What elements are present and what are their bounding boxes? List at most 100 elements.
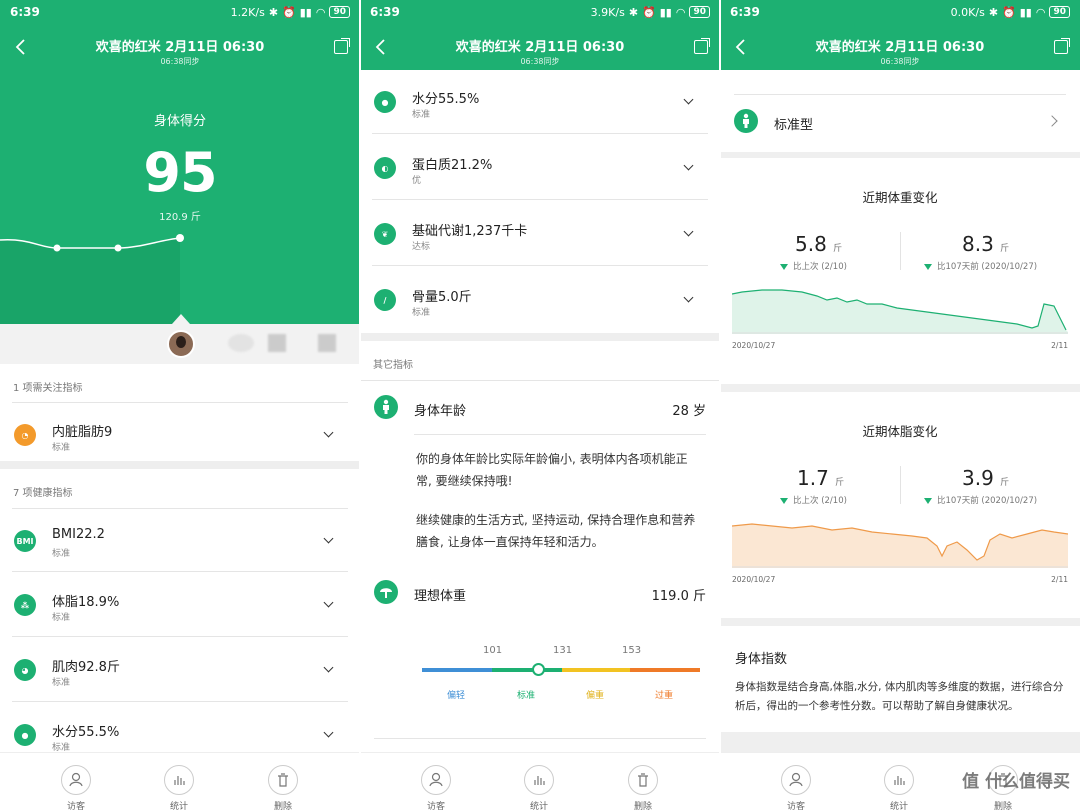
weight-change-last: 5.8 斤	[795, 232, 843, 256]
down-arrow-icon	[924, 263, 932, 270]
delete-button[interactable]	[268, 765, 298, 795]
visitor-label: 访客	[66, 802, 85, 810]
item-name: 基础代谢1,237千卡	[412, 224, 528, 239]
list-item-bmi[interactable]: BMI BMI22.2 标准	[12, 508, 348, 572]
body-type-row[interactable]: 标准型	[720, 70, 1080, 152]
item-status: 标准	[412, 110, 431, 120]
item-status: 标准	[52, 549, 71, 559]
visitor-button[interactable]	[61, 765, 91, 795]
back-icon[interactable]	[374, 38, 388, 56]
status-time: 6:39	[370, 5, 400, 19]
item-name: 水分55.5%	[412, 92, 480, 107]
chevron-down-icon[interactable]	[323, 662, 334, 673]
status-bar: 6:39 0.0K/s ✱ ⏰ ▮▮ ◠ 90	[720, 0, 1080, 24]
health-label: 7 项健康指标	[13, 488, 73, 499]
body-type-label: 标准型	[774, 118, 814, 133]
bottom-toolbar: 访客 统计 删除	[360, 752, 720, 810]
panel-separator	[719, 0, 721, 810]
chevron-down-icon[interactable]	[683, 226, 694, 237]
nav-bar: 欢喜的红米 2月11日 06:30 06:38同步	[360, 24, 720, 70]
trash-icon	[278, 773, 288, 787]
list-item-protein[interactable]: ◐ 蛋白质21.2% 优	[372, 136, 708, 200]
status-time: 6:39	[10, 5, 40, 19]
item-name: 骨量5.0斤	[412, 290, 472, 305]
trend-point-current	[176, 234, 184, 242]
back-icon[interactable]	[14, 38, 28, 56]
share-icon[interactable]	[334, 38, 350, 54]
back-icon[interactable]	[734, 38, 748, 56]
scale-label-light: 偏轻	[447, 691, 466, 701]
date-start: 2020/10/27	[732, 575, 776, 584]
chevron-right-icon[interactable]	[1046, 115, 1058, 127]
watermark: 值 什么值得买	[962, 772, 1070, 792]
trend-area	[732, 290, 1068, 334]
water-drop-icon: ●	[14, 724, 36, 746]
blurred-avatar[interactable]	[318, 334, 336, 352]
person-icon	[429, 772, 443, 787]
item-name: 蛋白质21.2%	[412, 158, 493, 173]
fat-change-107days: 3.9 斤	[962, 466, 1010, 490]
list-item-water[interactable]: ● 水分55.5% 标准	[372, 70, 708, 134]
stats-button[interactable]	[884, 765, 914, 795]
scale-segment-standard	[492, 668, 562, 672]
chevron-down-icon[interactable]	[683, 94, 694, 105]
chevron-down-icon[interactable]	[683, 160, 694, 171]
nav-title: 欢喜的红米 2月11日 06:30	[455, 40, 625, 55]
chevron-down-icon[interactable]	[323, 727, 334, 738]
chevron-down-icon[interactable]	[323, 427, 334, 438]
body-index-title: 身体指数	[735, 652, 788, 667]
item-status: 标准	[52, 443, 71, 453]
divider	[374, 738, 706, 739]
scale-marker	[532, 663, 545, 676]
avatar[interactable]	[167, 330, 195, 358]
chevron-down-icon[interactable]	[323, 533, 334, 544]
list-item-muscle[interactable]: ◕ 肌肉92.8斤 标准	[12, 638, 348, 702]
trend-point	[114, 244, 122, 252]
body-age-description: 你的身体年龄比实际年龄偏小, 表明体内各项机能正常, 要继续保持哦!	[416, 452, 688, 488]
visitor-button[interactable]	[781, 765, 811, 795]
list-item-body-fat[interactable]: ⁂ 体脂18.9% 标准	[12, 573, 348, 637]
section-divider	[360, 333, 720, 341]
list-item-bone[interactable]: ∕ 骨量5.0斤 标准	[372, 268, 708, 332]
divider	[414, 434, 706, 435]
nav-subtitle: 06:38同步	[520, 57, 560, 66]
muscle-icon: ◕	[14, 659, 36, 681]
bar-chart-icon	[174, 776, 185, 785]
signal-icon: ▮▮	[1019, 5, 1032, 19]
list-item-visceral-fat[interactable]: ◔ 内脏脂肪9 标准	[12, 402, 348, 466]
attention-label: 1 项需关注指标	[13, 383, 83, 394]
stats-button[interactable]	[164, 765, 194, 795]
alarm-icon: ⏰	[282, 5, 296, 19]
wifi-icon: ◠	[1035, 5, 1046, 19]
weight-trend-chart	[732, 289, 1068, 334]
share-icon[interactable]	[1054, 38, 1070, 54]
chevron-down-icon[interactable]	[323, 597, 334, 608]
date-start: 2020/10/27	[732, 341, 776, 350]
body-index-card: 身体指数 身体指数是结合身高,体脂,水分, 体内肌肉等多维度的数据，进行综合分析…	[720, 626, 1080, 732]
delete-button[interactable]	[628, 765, 658, 795]
person-standing-icon	[374, 395, 398, 419]
blurred-avatar[interactable]	[268, 334, 286, 352]
battery-icon: 90	[1049, 6, 1070, 18]
person-icon	[69, 772, 83, 787]
date-end: 2/11	[1051, 575, 1068, 584]
net-speed: 1.2K/s	[230, 5, 265, 19]
scale-tick: 101	[483, 645, 503, 656]
divider	[734, 94, 1066, 95]
person-standing-icon	[734, 109, 758, 133]
nav-subtitle: 06:38同步	[160, 57, 200, 66]
visitor-button[interactable]	[421, 765, 451, 795]
list-item-bmr[interactable]: ❦ 基础代谢1,237千卡 达标	[372, 202, 708, 266]
scale-segment-heavy	[562, 668, 630, 672]
blurred-avatar[interactable]	[228, 334, 254, 352]
bone-icon: ∕	[374, 289, 396, 311]
weight-change-card: 近期体重变化 5.8 斤 比上次 (2/10) 8.3 斤 比107天前 (20…	[720, 158, 1080, 384]
divider	[900, 232, 901, 270]
stats-button[interactable]	[524, 765, 554, 795]
attention-section-header: 1 项需关注指标	[0, 364, 360, 402]
share-icon[interactable]	[694, 38, 710, 54]
stats-label: 统计	[529, 802, 548, 810]
user-switcher	[0, 324, 360, 364]
panel-trends: 6:39 0.0K/s ✱ ⏰ ▮▮ ◠ 90 欢喜的红米 2月11日 06:3…	[720, 0, 1080, 810]
chevron-down-icon[interactable]	[683, 292, 694, 303]
